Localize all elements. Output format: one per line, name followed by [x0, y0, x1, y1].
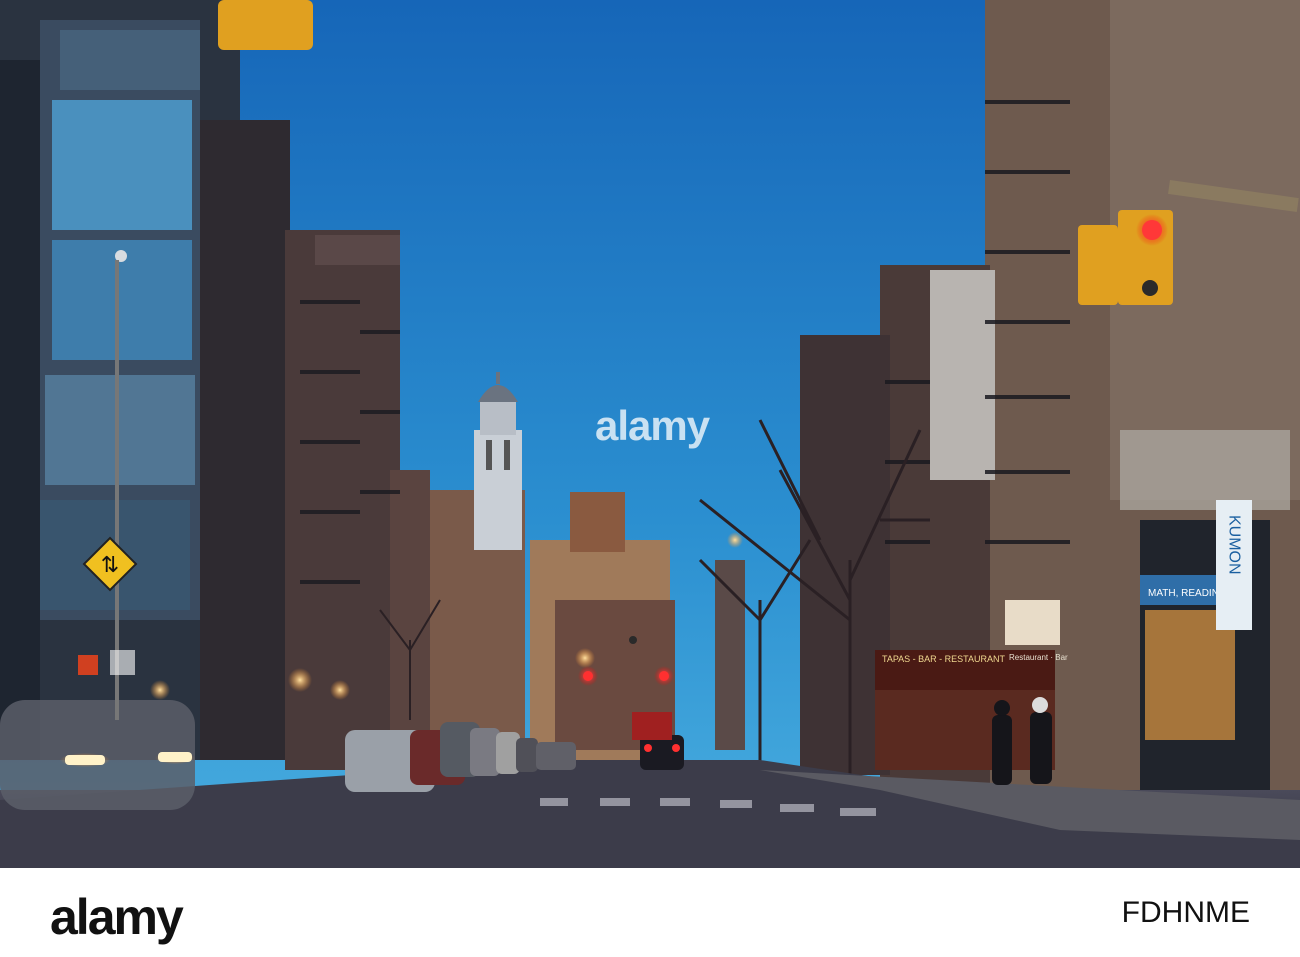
moving-car [0, 700, 195, 810]
footer-bar: alamy FDHNME [0, 868, 1300, 957]
restaurant-sign-text: Restaurant · Bar [1009, 653, 1068, 662]
svg-text:⇅: ⇅ [101, 553, 119, 578]
street-photo: MATH, READING, S KUMON TAPAS - BAR - RES… [0, 0, 1300, 868]
alamy-logo: alamy [50, 889, 184, 945]
street-scene: MATH, READING, S KUMON TAPAS - BAR - RES… [0, 0, 1300, 868]
kumon-sign-text: KUMON [1226, 515, 1243, 575]
restaurant-sign [1005, 600, 1060, 645]
image-id: FDHNME [1121, 896, 1250, 929]
church-tower [474, 430, 522, 550]
restaurant-awning-text: TAPAS - BAR - RESTAURANT [882, 654, 1006, 664]
